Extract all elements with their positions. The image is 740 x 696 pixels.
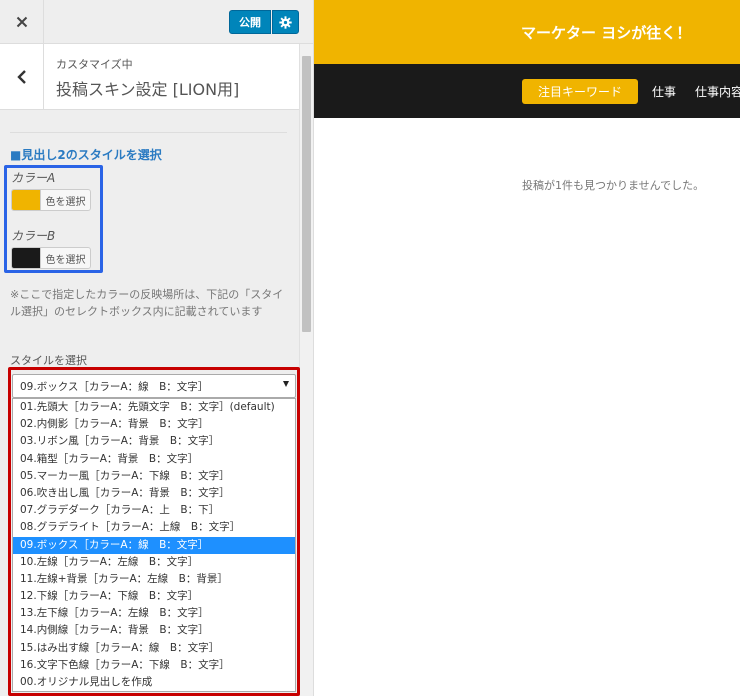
site-nav: 注目キーワード 仕事 仕事内容 xyxy=(314,64,740,118)
style-option[interactable]: 11.左線+背景［カラーA：左線 B：背景］ xyxy=(13,571,295,588)
style-option[interactable]: 16.文字下色線［カラーA：下線 B：文字］ xyxy=(13,657,295,674)
style-select-label: スタイルを選択 xyxy=(10,354,87,367)
style-select-value: 09.ボックス［カラーA：線 B：文字］ xyxy=(20,380,209,393)
section-header: カスタマイズ中 投稿スキン設定 [LION用] xyxy=(0,44,299,110)
style-option[interactable]: 07.グラデダーク［カラーA：上 B：下］ xyxy=(13,502,295,519)
color-a-swatch xyxy=(12,190,41,210)
close-icon xyxy=(16,16,27,28)
color-b-swatch xyxy=(12,248,41,268)
no-posts-message: 投稿が1件も見つかりませんでした。 xyxy=(522,179,705,192)
style-option[interactable]: 09.ボックス［カラーA：線 B：文字］ xyxy=(13,536,295,554)
style-option[interactable]: 08.グラデライト［カラーA：上線 B：文字］ xyxy=(13,519,295,536)
color-a-picker-button[interactable]: 色を選択 xyxy=(11,189,91,211)
color-b-picker-label: 色を選択 xyxy=(45,254,86,266)
customizer-topbar: 公開 xyxy=(0,0,313,44)
color-note: ※ここで指定したカラーの反映場所は、下記の「スタイル選択」のセレクトボックス内に… xyxy=(10,288,284,318)
site-header: マーケター ヨシが往く！ xyxy=(314,0,740,64)
publish-settings-button[interactable] xyxy=(272,10,299,34)
color-b-picker-button[interactable]: 色を選択 xyxy=(11,247,91,269)
nav-keyword-button[interactable]: 注目キーワード xyxy=(522,79,638,104)
style-options-list: 01.先頭大［カラーA：先頭文字 B：文字］(default) 02.内側影［カ… xyxy=(12,398,296,692)
style-option[interactable]: 06.吹き出し風［カラーA：背景 B：文字］ xyxy=(13,485,295,502)
section-title: 投稿スキン設定 [LION用] xyxy=(56,80,240,99)
scrollbar-thumb[interactable] xyxy=(302,56,311,332)
style-option[interactable]: 13.左下線［カラーA：左線 B：文字］ xyxy=(13,605,295,622)
site-title[interactable]: マーケター ヨシが往く！ xyxy=(521,22,691,43)
divider xyxy=(10,132,287,133)
dropdown-arrow-icon xyxy=(283,381,289,387)
style-option[interactable]: 14.内側線［カラーA：背景 B：文字］ xyxy=(13,622,295,639)
gear-icon xyxy=(279,15,292,29)
style-option[interactable]: 05.マーカー風［カラーA：下線 B：文字］ xyxy=(13,468,295,485)
close-customizer-button[interactable] xyxy=(0,0,44,44)
style-option[interactable]: 00.オリジナル見出しを作成 xyxy=(13,674,295,691)
style-option[interactable]: 15.はみ出す線［カラーA：線 B：文字］ xyxy=(13,640,295,657)
site-preview: マーケター ヨシが往く！ 注目キーワード 仕事 仕事内容 投稿が1件も見つかりま… xyxy=(314,0,740,696)
customizer-panel: 公開 カスタマイズ中 投稿スキン設定 [LION用] ■見出し2のスタイルを選択… xyxy=(0,0,314,696)
back-button[interactable] xyxy=(0,44,44,109)
panel-scrollbar[interactable] xyxy=(299,44,313,696)
style-option[interactable]: 01.先頭大［カラーA：先頭文字 B：文字］(default) xyxy=(13,399,295,416)
style-option[interactable]: 10.左線［カラーA：左線 B：文字］ xyxy=(13,554,295,571)
style-option[interactable]: 04.箱型［カラーA：背景 B：文字］ xyxy=(13,451,295,468)
publish-button[interactable]: 公開 xyxy=(229,10,271,34)
color-a-picker-label: 色を選択 xyxy=(45,196,86,208)
nav-item-work-content[interactable]: 仕事内容 xyxy=(695,83,740,100)
nav-item-work[interactable]: 仕事 xyxy=(652,83,676,100)
style-option[interactable]: 03.リボン風［カラーA：背景 B：文字］ xyxy=(13,433,295,450)
style-select[interactable]: 09.ボックス［カラーA：線 B：文字］ xyxy=(12,374,296,398)
style-option[interactable]: 02.内側影［カラーA：背景 B：文字］ xyxy=(13,416,295,433)
color-b-label: カラーB xyxy=(11,229,56,243)
style-option[interactable]: 12.下線［カラーA：下線 B：文字］ xyxy=(13,588,295,605)
h2-style-heading: ■見出し2のスタイルを選択 xyxy=(10,148,162,162)
color-a-label: カラーA xyxy=(11,171,56,185)
chevron-left-icon xyxy=(16,69,26,84)
section-kicker: カスタマイズ中 xyxy=(56,58,133,71)
